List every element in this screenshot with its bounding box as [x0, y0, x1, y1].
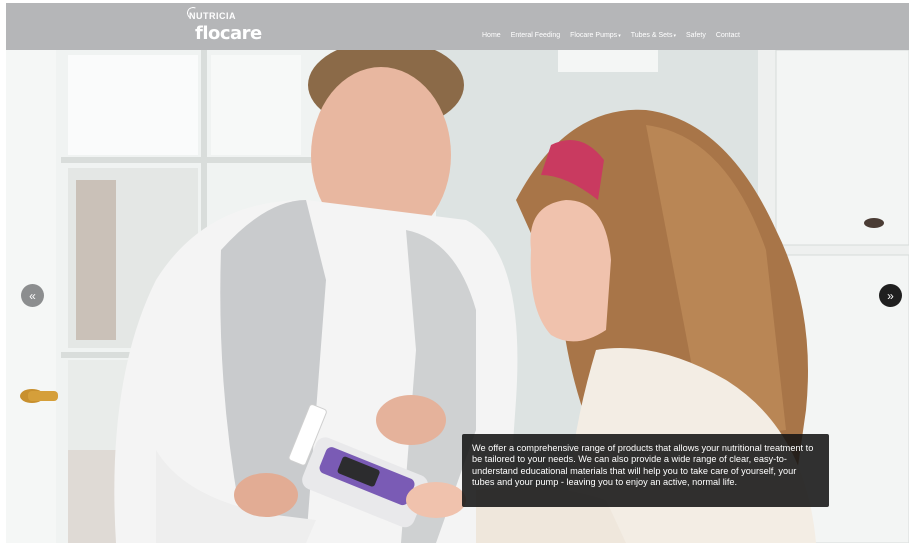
slider-prev-button[interactable]: «: [21, 284, 44, 307]
nav-item-home[interactable]: Home: [482, 32, 501, 39]
nav-item-flocare-pumps[interactable]: Flocare Pumps▾: [570, 32, 621, 39]
slider-next-button[interactable]: »: [879, 284, 902, 307]
logo-brand-top: NUTRICIA: [189, 11, 236, 21]
nutricia-flocare-logo[interactable]: NUTRICIA flocare: [185, 5, 262, 47]
nav-label: Safety: [685, 32, 706, 39]
nav-label: Contact: [715, 32, 740, 39]
hero-slider: « » We offer a comprehensive range of pr…: [6, 50, 909, 543]
nav-label: Enteral Feeding: [510, 32, 561, 39]
main-nav: Home Enteral Feeding Flocare Pumps▾ Tube…: [482, 32, 750, 39]
nav-item-tubes-sets[interactable]: Tubes & Sets▾: [631, 32, 676, 39]
slide-caption: We offer a comprehensive range of produc…: [462, 434, 829, 507]
caret-down-icon: ▾: [673, 33, 676, 39]
nav-item-enteral-feeding[interactable]: Enteral Feeding: [511, 32, 560, 39]
page-frame: NUTRICIA flocare Home Enteral Feeding Fl…: [6, 3, 909, 543]
nav-item-safety[interactable]: Safety: [686, 32, 706, 39]
nav-item-contact[interactable]: Contact: [716, 32, 740, 39]
site-header: NUTRICIA flocare Home Enteral Feeding Fl…: [6, 3, 909, 50]
nav-label: Home: [482, 32, 501, 39]
nav-label: Flocare Pumps: [570, 32, 618, 39]
logo-brand-name: flocare: [195, 23, 262, 44]
caret-down-icon: ▾: [618, 33, 621, 39]
nav-label: Tubes & Sets: [630, 32, 673, 39]
